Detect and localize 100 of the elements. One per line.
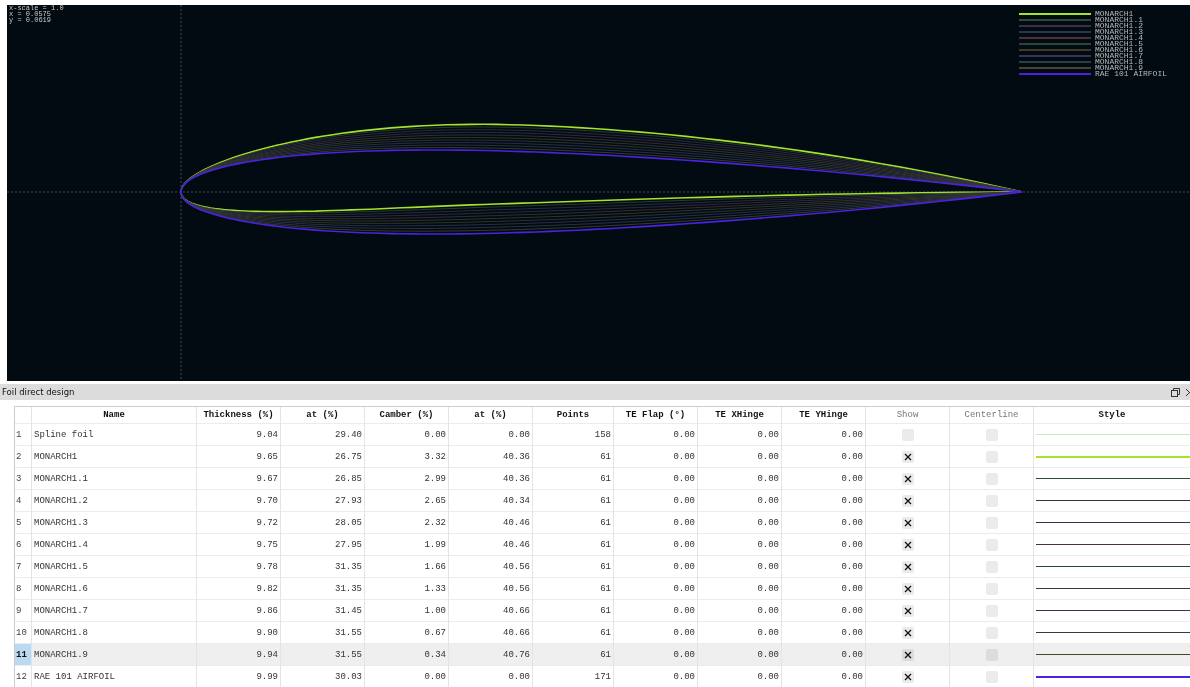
close-icon[interactable]	[1186, 387, 1190, 397]
row-number[interactable]: 12	[15, 665, 32, 687]
table-cell: 0.00	[697, 599, 782, 622]
table-cell: 61	[532, 445, 614, 468]
table-cell: 31.35	[280, 577, 365, 600]
table-cell: 0.34	[364, 643, 449, 666]
row-number[interactable]: 11	[15, 643, 32, 666]
line-style-swatch[interactable]	[1036, 630, 1190, 635]
table-cell: 40.66	[448, 599, 533, 622]
table-cell: 30.03	[280, 665, 365, 687]
table-cell: 0.00	[781, 511, 866, 534]
table-cell: 9.86	[196, 599, 281, 622]
table-cell: 0.00	[613, 599, 698, 622]
line-style-swatch[interactable]	[1036, 520, 1190, 525]
table-cell: 0.00	[613, 643, 698, 666]
row-number[interactable]: 9	[15, 599, 32, 622]
show-checkbox[interactable]	[901, 560, 914, 573]
legend-label: MONARCH1.1	[1095, 17, 1143, 23]
row-number[interactable]: 8	[15, 577, 32, 600]
table-cell: MONARCH1.4	[31, 533, 197, 556]
show-checkbox[interactable]	[901, 604, 914, 617]
table-cell: 0.00	[613, 665, 698, 687]
table-cell: 2.65	[364, 489, 449, 512]
row-number[interactable]: 6	[15, 533, 32, 556]
row-number[interactable]: 7	[15, 555, 32, 578]
table-cell: 40.46	[448, 533, 533, 556]
table-cell: 9.82	[196, 577, 281, 600]
table-cell: 0.00	[781, 577, 866, 600]
table-cell: 27.93	[280, 489, 365, 512]
table-cell: 0.00	[781, 555, 866, 578]
show-checkbox[interactable]	[901, 670, 914, 683]
row-number[interactable]: 5	[15, 511, 32, 534]
legend-label: MONARCH1.4	[1095, 35, 1143, 41]
table-cell: MONARCH1	[31, 445, 197, 468]
table-cell: 0.00	[781, 599, 866, 622]
show-checkbox[interactable]	[901, 626, 914, 639]
table-cell: 40.46	[448, 511, 533, 534]
line-style-swatch[interactable]	[1036, 586, 1190, 591]
show-checkbox[interactable]	[901, 494, 914, 507]
line-style-swatch[interactable]	[1036, 608, 1190, 613]
table-cell: MONARCH1.2	[31, 489, 197, 512]
table-cell: Spline foil	[31, 423, 197, 446]
table-cell: MONARCH1.7	[31, 599, 197, 622]
table-cell: 2.99	[364, 467, 449, 490]
line-style-swatch[interactable]	[1036, 498, 1190, 503]
table-cell: RAE 101 AIRFOIL	[31, 665, 197, 687]
show-checkbox[interactable]	[901, 538, 914, 551]
table-cell: 28.05	[280, 511, 365, 534]
table-cell: 1.00	[364, 599, 449, 622]
row-number[interactable]: 4	[15, 489, 32, 512]
table-cell: 0.00	[613, 467, 698, 490]
table-cell: MONARCH1.6	[31, 577, 197, 600]
table-cell: 0.00	[781, 665, 866, 687]
table-cell: 61	[532, 533, 614, 556]
restore-icon[interactable]	[1171, 387, 1180, 397]
table-cell: 9.78	[196, 555, 281, 578]
column-header: Points	[532, 407, 614, 424]
table-cell: 0.00	[697, 467, 782, 490]
table-cell: 0.00	[697, 423, 782, 446]
line-style-swatch[interactable]	[1036, 564, 1190, 569]
row-number[interactable]: 2	[15, 445, 32, 468]
table-cell: 9.67	[196, 467, 281, 490]
table-cell: 0.00	[613, 423, 698, 446]
show-checkbox[interactable]	[901, 648, 914, 661]
show-checkbox[interactable]	[901, 516, 914, 529]
legend-label: MONARCH1.6	[1095, 47, 1143, 53]
table-cell: 29.40	[280, 423, 365, 446]
row-number[interactable]: 1	[15, 423, 32, 446]
legend-label: MONARCH1.2	[1095, 23, 1143, 29]
table-cell: 0.00	[697, 533, 782, 556]
column-header: Thickness (%)	[196, 407, 281, 424]
table-cell: 158	[532, 423, 614, 446]
table-cell: 9.72	[196, 511, 281, 534]
line-style-swatch[interactable]	[1036, 674, 1190, 679]
table-cell: 0.00	[697, 511, 782, 534]
table-cell: 26.85	[280, 467, 365, 490]
line-style-swatch[interactable]	[1036, 476, 1190, 481]
table-cell: 40.76	[448, 643, 533, 666]
legend-label: MONARCH1	[1095, 11, 1134, 17]
column-header: Name	[31, 407, 197, 424]
show-checkbox[interactable]	[901, 472, 914, 485]
line-style-swatch[interactable]	[1036, 454, 1190, 459]
table-cell: 0.00	[781, 467, 866, 490]
legend-label: MONARCH1.8	[1095, 59, 1143, 65]
column-header: TE XHinge	[697, 407, 782, 424]
show-checkbox[interactable]	[901, 582, 914, 595]
line-style-swatch[interactable]	[1036, 432, 1190, 437]
column-header: Style	[1033, 407, 1190, 424]
table-cell: 61	[532, 577, 614, 600]
table-cell: 3.32	[364, 445, 449, 468]
line-style-swatch[interactable]	[1036, 542, 1190, 547]
table-cell: 9.04	[196, 423, 281, 446]
row-number[interactable]: 3	[15, 467, 32, 490]
table-cell: MONARCH1.3	[31, 511, 197, 534]
table-cell: 0.00	[613, 511, 698, 534]
table-cell: 61	[532, 511, 614, 534]
line-style-swatch[interactable]	[1036, 652, 1190, 657]
show-checkbox[interactable]	[901, 450, 914, 463]
table-cell: 1.99	[364, 533, 449, 556]
table-cell: 9.99	[196, 665, 281, 687]
